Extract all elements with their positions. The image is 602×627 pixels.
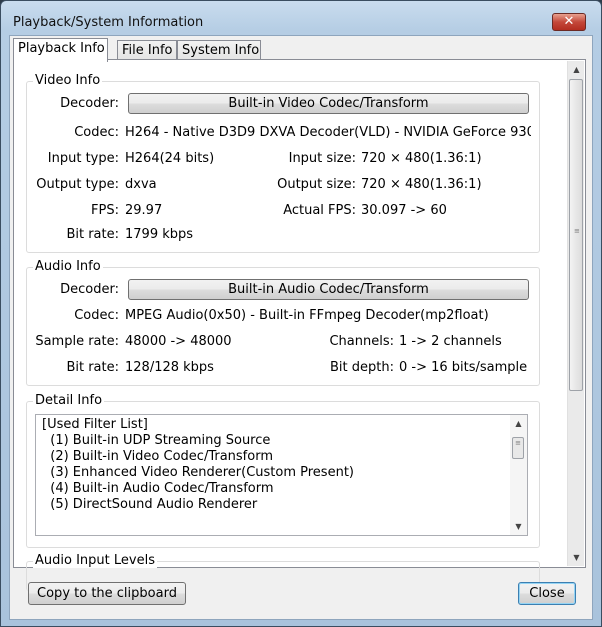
fps-value: 29.97 [125,203,163,218]
close-icon: ✕ [563,14,575,29]
detail-info-group: Detail Info [Used Filter List] (1) Built… [26,393,540,548]
list-item: (5) DirectSound Audio Renderer [42,497,258,512]
scroll-up-icon[interactable]: ▲ [568,61,585,78]
list-item: (3) Enhanced Video Renderer(Custom Prese… [42,465,354,480]
detail-info-title: Detail Info [33,393,105,408]
list-scroll-thumb[interactable]: ≡ [512,437,524,459]
grip-icon: ≡ [574,227,580,235]
channels-label: Channels: [329,334,394,349]
video-codec-value: H264 - Native D3D9 DXVA Decoder(VLD) - N… [125,125,531,140]
list-item: [Used Filter List] [42,417,148,432]
list-item: (1) Built-in UDP Streaming Source [42,433,271,448]
fps-label: FPS: [91,203,119,218]
panel-scrollbar[interactable]: ▲ ≡ ▼ [567,61,584,566]
dialog-client: Playback Info File Info System Info Vide… [9,35,593,620]
channels-value: 1 -> 2 channels [399,334,502,349]
list-item: (4) Built-in Audio Codec/Transform [42,481,274,496]
video-bitrate-value: 1799 kbps [125,227,194,242]
input-size-label: Input size: [288,151,356,166]
audio-info-group: Audio Info Decoder: Built-in Audio Codec… [26,259,540,386]
video-bitrate-label: Bit rate: [66,227,119,242]
dialog-window: Playback/System Information ✕ Playback I… [0,0,602,627]
title-bar[interactable]: Playback/System Information ✕ [1,1,601,35]
bit-depth-value: 0 -> 16 bits/sample [399,360,528,375]
audio-bitrate-label: Bit rate: [66,360,119,375]
video-info-title: Video Info [33,73,103,88]
scroll-up-icon[interactable]: ▲ [510,415,527,432]
output-type-value: dxva [125,177,157,192]
video-decoder-button[interactable]: Built-in Video Codec/Transform [128,93,529,114]
actual-fps-label: Actual FPS: [283,203,356,218]
input-type-label: Input type: [47,151,119,166]
video-codec-label: Codec: [74,125,119,140]
output-type-label: Output type: [36,177,119,192]
output-size-label: Output size: [277,177,356,192]
actual-fps-value: 30.097 -> 60 [361,203,447,218]
sample-rate-value: 48000 -> 48000 [125,334,232,349]
audio-codec-value: MPEG Audio(0x50) - Built-in FFmpeg Decod… [125,308,489,323]
scroll-down-icon[interactable]: ▼ [568,549,585,566]
tab-playback-info[interactable]: Playback Info [13,38,108,62]
close-button[interactable]: Close [518,582,576,605]
close-window-button[interactable]: ✕ [552,13,586,31]
tab-file-info[interactable]: File Info [117,40,177,61]
audio-decoder-label: Decoder: [60,282,119,297]
playback-info-panel: Video Info Decoder: Built-in Video Codec… [13,59,586,591]
audio-info-title: Audio Info [33,259,103,274]
audio-bitrate-value: 128/128 kbps [125,360,214,375]
video-decoder-label: Decoder: [60,96,119,111]
sample-rate-label: Sample rate: [35,334,119,349]
audio-input-levels-title: Audio Input Levels [33,553,157,568]
audio-decoder-button[interactable]: Built-in Audio Codec/Transform [128,279,529,300]
copy-to-clipboard-button[interactable]: Copy to the clipboard [28,582,186,605]
input-type-value: H264(24 bits) [125,151,215,166]
input-size-value: 720 × 480(1.36:1) [361,151,482,166]
output-size-value: 720 × 480(1.36:1) [361,177,482,192]
bit-depth-label: Bit depth: [330,360,394,375]
list-scrollbar[interactable]: ▲ ≡ ▼ [510,415,527,535]
list-item: (2) Built-in Video Codec/Transform [42,449,273,464]
panel-scroll-thumb[interactable]: ≡ [569,79,583,391]
tab-system-info[interactable]: System Info [177,40,261,61]
audio-codec-label: Codec: [74,308,119,323]
video-info-group: Video Info Decoder: Built-in Video Codec… [26,73,540,253]
scroll-down-icon[interactable]: ▼ [510,518,527,535]
window-title: Playback/System Information [13,15,204,30]
filter-list-box[interactable]: [Used Filter List] (1) Built-in UDP Stre… [35,414,528,536]
